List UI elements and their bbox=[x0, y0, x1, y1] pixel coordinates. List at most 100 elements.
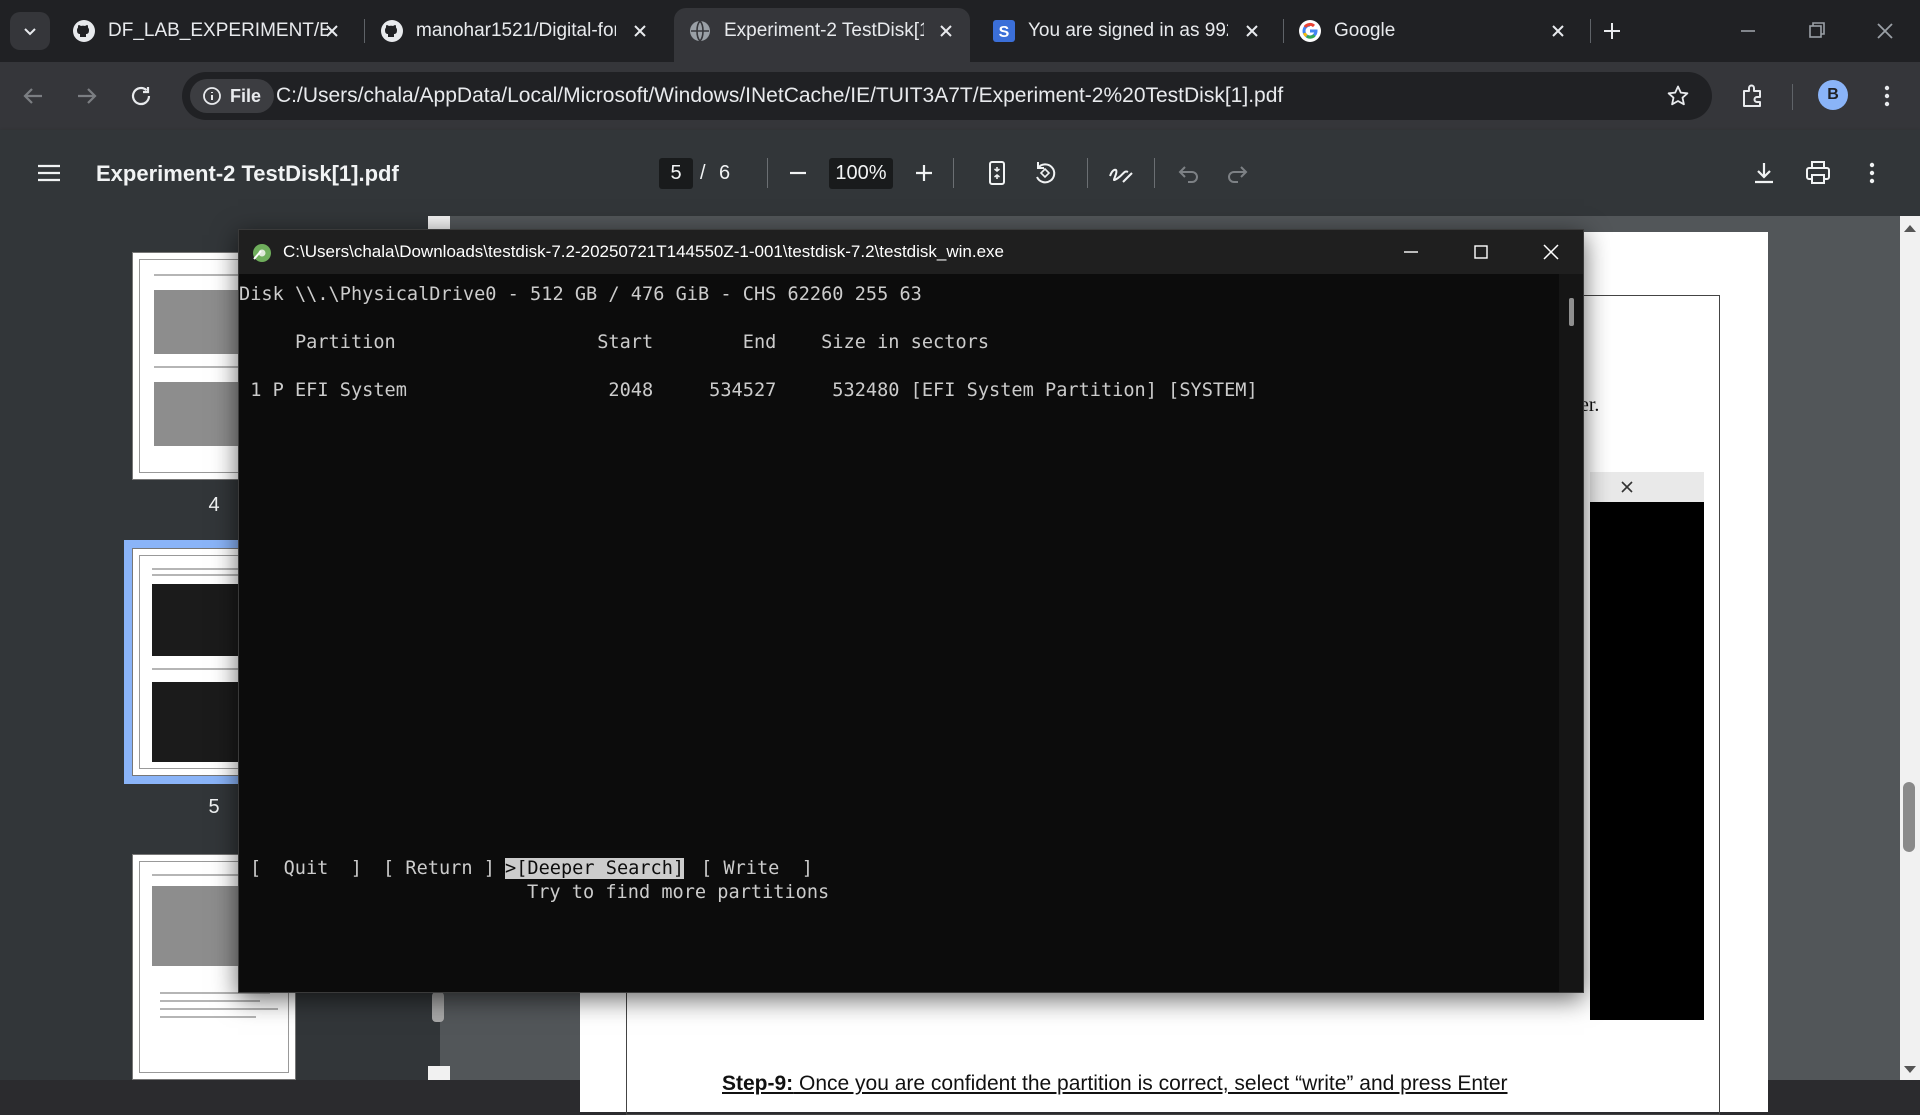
zoom-in-icon[interactable] bbox=[909, 158, 939, 188]
zoom-level-input[interactable]: 100% bbox=[829, 158, 893, 189]
menu-icon[interactable] bbox=[34, 158, 64, 188]
tab-title: manohar1521/Digital-for bbox=[416, 20, 616, 41]
restore-icon[interactable] bbox=[1802, 16, 1832, 46]
write-menu-option[interactable]: [ Write ] bbox=[701, 858, 813, 879]
github-icon bbox=[381, 20, 403, 42]
draw-annotate-icon[interactable] bbox=[1106, 158, 1136, 188]
quit-menu-option[interactable]: [ Quit ] bbox=[250, 858, 362, 879]
deeper-search-menu-option[interactable]: >[Deeper Search] bbox=[505, 858, 685, 879]
tab-title: DF_LAB_EXPERIMENT/Ex bbox=[108, 20, 328, 41]
console-title-bar[interactable]: C:\Users\chala\Downloads\testdisk-7.2-20… bbox=[239, 230, 1583, 274]
s-app-icon: S bbox=[993, 20, 1015, 42]
scroll-down-arrow-icon[interactable] bbox=[1900, 1062, 1920, 1078]
zoom-out-icon[interactable] bbox=[783, 158, 813, 188]
site-info-chip[interactable]: File bbox=[190, 79, 274, 113]
download-icon[interactable] bbox=[1749, 158, 1779, 188]
return-menu-option[interactable]: [ Return ] bbox=[383, 858, 495, 879]
globe-icon bbox=[690, 20, 710, 42]
tab-df-lab[interactable]: DF_LAB_EXPERIMENT/Ex bbox=[58, 8, 358, 54]
close-tab-icon[interactable] bbox=[322, 21, 342, 41]
page-separator: / bbox=[700, 162, 706, 184]
tab-digital-forensics[interactable]: manohar1521/Digital-for bbox=[366, 8, 666, 54]
tab-signed-in[interactable]: S You are signed in as 9923 bbox=[978, 8, 1278, 54]
partition-row[interactable]: 1 P EFI System 2048 534527 532480 [EFI S… bbox=[239, 380, 1258, 401]
step-9-body: Once you are confident the partition is … bbox=[793, 1072, 1508, 1095]
console-close-icon[interactable] bbox=[1537, 238, 1565, 266]
bookmark-star-icon[interactable] bbox=[1666, 84, 1690, 108]
print-icon[interactable] bbox=[1803, 158, 1833, 188]
scroll-up-arrow-icon[interactable] bbox=[1900, 220, 1920, 236]
console-scroll-thumb[interactable] bbox=[1569, 298, 1574, 326]
new-tab-icon[interactable] bbox=[1597, 16, 1627, 46]
thumbnail-scrollbar[interactable] bbox=[432, 992, 444, 1022]
back-icon[interactable] bbox=[16, 79, 50, 113]
undo-icon[interactable] bbox=[1174, 158, 1204, 188]
embedded-screenshot-header bbox=[1590, 472, 1704, 502]
disk-info-line: Disk \\.\PhysicalDrive0 - 512 GB / 476 G… bbox=[239, 284, 922, 305]
toolbar-divider bbox=[1154, 158, 1155, 188]
url-text: C:/Users/chala/AppData/Local/Microsoft/W… bbox=[276, 84, 1284, 107]
more-menu-icon[interactable] bbox=[1870, 79, 1904, 113]
thumbnail-page-number: 5 bbox=[208, 796, 220, 818]
step-9-label: Step-9: bbox=[722, 1072, 794, 1095]
profile-avatar[interactable]: B bbox=[1818, 80, 1848, 110]
partition-table-header: Partition Start End Size in sectors bbox=[239, 332, 990, 353]
thumbnail-page-number: 4 bbox=[208, 494, 220, 516]
site-info-label: File bbox=[230, 85, 262, 106]
chevron-down-icon bbox=[24, 28, 36, 36]
page-number-input[interactable]: 5 bbox=[659, 158, 693, 189]
viewer-scrollbar[interactable] bbox=[1900, 216, 1920, 1080]
close-tab-icon[interactable] bbox=[630, 21, 650, 41]
tab-experiment-2-testdisk[interactable]: Experiment-2 TestDisk[1]. bbox=[674, 8, 970, 62]
console-minimize-icon[interactable] bbox=[1397, 238, 1425, 266]
forward-icon[interactable] bbox=[70, 79, 104, 113]
rotate-icon[interactable] bbox=[1030, 158, 1060, 188]
tab-separator bbox=[364, 19, 365, 43]
thumbnail-scroll-up[interactable] bbox=[428, 216, 450, 230]
fit-page-icon[interactable] bbox=[982, 158, 1012, 188]
close-tab-icon[interactable] bbox=[1548, 21, 1568, 41]
pdf-toolbar: Experiment-2 TestDisk[1].pdf 5 / 6 100% bbox=[0, 130, 1920, 216]
toolbar-divider bbox=[767, 158, 768, 188]
console-scrollbar[interactable] bbox=[1559, 274, 1583, 992]
tab-search-button[interactable] bbox=[10, 12, 50, 50]
console-maximize-icon[interactable] bbox=[1467, 238, 1495, 266]
redo-icon[interactable] bbox=[1222, 158, 1252, 188]
testdisk-console-window[interactable]: C:\Users\chala\Downloads\testdisk-7.2-20… bbox=[238, 229, 1584, 993]
github-icon bbox=[73, 20, 95, 42]
tab-strip: DF_LAB_EXPERIMENT/Ex manohar1521/Digital… bbox=[0, 0, 1920, 62]
tab-google[interactable]: Google bbox=[1284, 8, 1584, 54]
pdf-more-icon[interactable] bbox=[1857, 158, 1887, 188]
thumbnail-text-line bbox=[160, 1016, 256, 1018]
close-icon bbox=[1621, 481, 1633, 493]
thumbnail-text-line bbox=[160, 1008, 278, 1010]
viewer-scroll-thumb[interactable] bbox=[1903, 782, 1915, 852]
toolbar-divider bbox=[953, 158, 954, 188]
step-9-text: Step-9: Once you are confident the parti… bbox=[722, 1072, 1508, 1096]
toolbar-divider bbox=[1792, 84, 1793, 110]
close-tab-icon[interactable] bbox=[1242, 21, 1262, 41]
menu-hint-text: Try to find more partitions bbox=[527, 882, 830, 903]
info-icon bbox=[203, 87, 221, 105]
thumbnail-text-line bbox=[160, 1000, 260, 1002]
svg-text:S: S bbox=[999, 24, 1010, 41]
close-window-icon[interactable] bbox=[1870, 16, 1900, 46]
tab-title: Experiment-2 TestDisk[1]. bbox=[724, 20, 924, 41]
tab-title: Google bbox=[1334, 20, 1396, 41]
browser-toolbar: File C:/Users/chala/AppData/Local/Micros… bbox=[0, 62, 1920, 130]
pdf-title: Experiment-2 TestDisk[1].pdf bbox=[96, 161, 399, 186]
close-tab-icon[interactable] bbox=[936, 21, 956, 41]
extensions-icon[interactable] bbox=[1736, 79, 1770, 113]
address-bar[interactable]: File C:/Users/chala/AppData/Local/Micros… bbox=[182, 72, 1712, 120]
tab-title: You are signed in as 9923 bbox=[1028, 20, 1228, 41]
tab-separator bbox=[1590, 19, 1591, 43]
toolbar-divider bbox=[1087, 158, 1088, 188]
reload-icon[interactable] bbox=[124, 79, 158, 113]
console-title: C:\Users\chala\Downloads\testdisk-7.2-20… bbox=[283, 242, 1004, 261]
thumbnail-scroll-down[interactable] bbox=[428, 1066, 450, 1080]
minimize-icon[interactable] bbox=[1733, 16, 1763, 46]
google-icon bbox=[1299, 20, 1321, 42]
page-total: 6 bbox=[719, 162, 731, 184]
testdisk-app-icon bbox=[253, 244, 271, 262]
embedded-screenshot bbox=[1590, 502, 1704, 1020]
